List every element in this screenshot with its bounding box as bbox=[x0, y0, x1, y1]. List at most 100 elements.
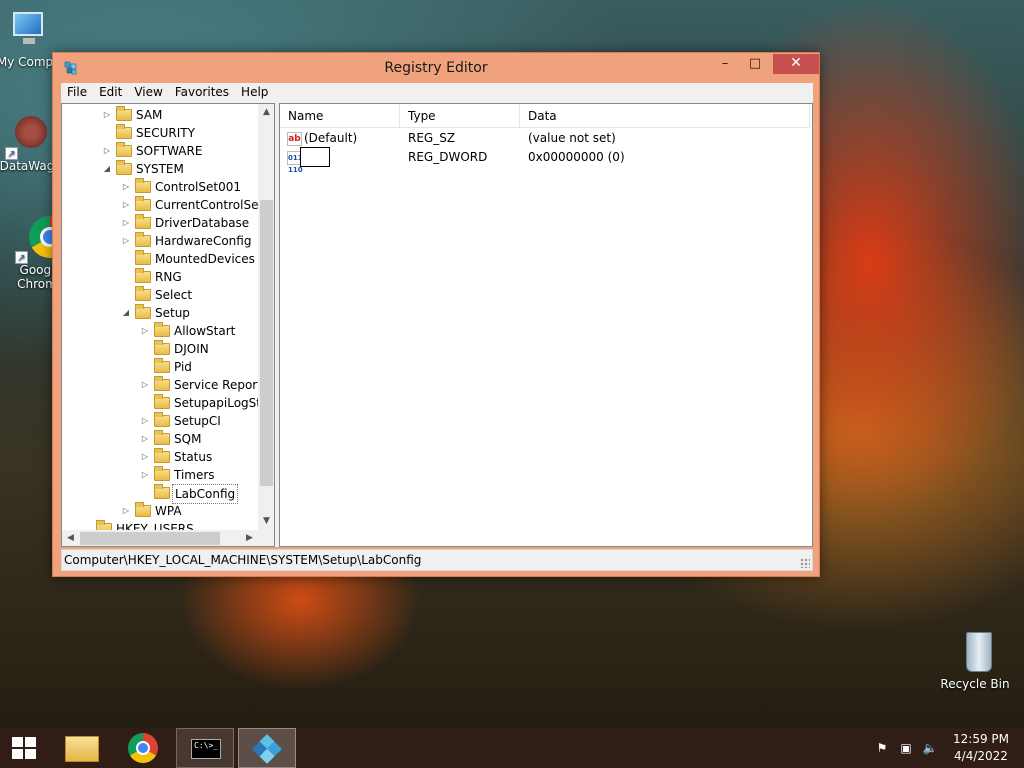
tree-item-label: Setup bbox=[155, 306, 190, 320]
tree-horizontal-scrollbar[interactable]: ◀ ▶ bbox=[62, 530, 258, 546]
title-bar[interactable]: Registry Editor – □ ✕ bbox=[53, 53, 819, 83]
clock-time: 12:59 PM bbox=[953, 732, 1009, 746]
menu-file[interactable]: File bbox=[61, 83, 93, 103]
scrollbar-corner bbox=[258, 530, 274, 546]
list-item[interactable]: 011 110 REG_DWORD 0x00000000 (0) bbox=[280, 147, 810, 174]
action-center-flag-icon[interactable]: ⚑ bbox=[874, 740, 890, 756]
tree-item-labconfig[interactable]: LabConfig bbox=[62, 484, 258, 504]
taskbar-chrome-button[interactable] bbox=[116, 728, 172, 768]
list-item[interactable]: ab (Default) REG_SZ (value not set) bbox=[280, 129, 810, 148]
tree-item-label: Status bbox=[174, 450, 213, 464]
network-icon[interactable]: ▣ bbox=[898, 740, 914, 756]
menu-favorites[interactable]: Favorites bbox=[169, 83, 235, 103]
scroll-up-arrow-icon[interactable]: ▲ bbox=[258, 104, 274, 121]
menu-edit[interactable]: Edit bbox=[93, 83, 128, 103]
tree-item-driverdatabase[interactable]: ▷ DriverDatabase bbox=[62, 214, 258, 232]
value-data: 0x00000000 (0) bbox=[528, 150, 625, 164]
registry-tree: HKEY_USERS ▷ WPA LabConfig ▷ Timers ▷ Status ▷ SQ… bbox=[61, 103, 275, 547]
tree-item-setup[interactable]: ◢ Setup bbox=[62, 304, 258, 322]
menu-view[interactable]: View bbox=[128, 83, 168, 103]
taskbar-regedit-button[interactable] bbox=[238, 728, 296, 768]
value-name: (Default) bbox=[304, 131, 358, 145]
folder-icon bbox=[135, 502, 151, 517]
tree-item-pid[interactable]: Pid bbox=[62, 358, 258, 376]
tree-item-label: DriverDatabase bbox=[155, 216, 250, 230]
windows-logo-icon bbox=[12, 737, 36, 759]
scroll-thumb[interactable] bbox=[260, 200, 273, 486]
tree-item-sam[interactable]: ▷ SAM bbox=[62, 106, 258, 124]
folder-icon bbox=[116, 160, 132, 175]
tree-item-rng[interactable]: RNG bbox=[62, 268, 258, 286]
tree-item-security[interactable]: SECURITY bbox=[62, 124, 258, 142]
rename-value-input[interactable] bbox=[300, 147, 330, 167]
expand-arrow-icon[interactable]: ▷ bbox=[121, 214, 131, 232]
volume-muted-icon[interactable]: 🔈 bbox=[922, 740, 938, 756]
start-button[interactable] bbox=[0, 728, 48, 768]
expand-arrow-icon[interactable]: ▷ bbox=[140, 448, 150, 466]
tree-vertical-scrollbar[interactable]: ▲ ▼ bbox=[258, 104, 274, 530]
collapse-arrow-icon[interactable]: ◢ bbox=[121, 304, 131, 322]
expand-arrow-icon[interactable]: ▷ bbox=[121, 178, 131, 196]
tree-item-software[interactable]: ▷ SOFTWARE bbox=[62, 142, 258, 160]
expand-arrow-icon[interactable]: ▷ bbox=[102, 142, 112, 160]
expand-arrow-icon[interactable]: ▷ bbox=[121, 502, 131, 520]
expand-arrow-icon[interactable]: ▷ bbox=[140, 466, 150, 484]
tree-item-wpa[interactable]: ▷ WPA bbox=[62, 502, 258, 520]
folder-icon bbox=[154, 340, 170, 355]
tree-item-controlset001[interactable]: ▷ ControlSet001 bbox=[62, 178, 258, 196]
tree-item-setupapilogstat[interactable]: SetupapiLogStat bbox=[62, 394, 273, 412]
desktop-icon-my-computer[interactable]: My Comp bbox=[0, 8, 60, 69]
resize-grip-icon[interactable] bbox=[800, 558, 810, 568]
tree-item-sqm[interactable]: ▷ SQM bbox=[62, 430, 258, 448]
menu-help[interactable]: Help bbox=[235, 83, 274, 103]
tree-item-djoin[interactable]: DJOIN bbox=[62, 340, 258, 358]
expand-arrow-icon[interactable]: ▷ bbox=[140, 322, 150, 340]
status-bar: Computer\HKEY_LOCAL_MACHINE\SYSTEM\Setup… bbox=[61, 549, 813, 571]
tree-item-currentcontrolset[interactable]: ▷ CurrentControlSet bbox=[62, 196, 263, 214]
folder-icon bbox=[135, 304, 151, 319]
tree-item-system[interactable]: ◢ SYSTEM bbox=[62, 160, 258, 178]
expand-arrow-icon[interactable]: ▷ bbox=[121, 232, 131, 250]
scroll-thumb[interactable] bbox=[80, 532, 220, 545]
tree-item-label: Timers bbox=[174, 468, 215, 482]
tree-item-label: SAM bbox=[136, 108, 163, 122]
scroll-down-arrow-icon[interactable]: ▼ bbox=[258, 513, 274, 530]
window-title: Registry Editor bbox=[384, 60, 488, 76]
tree-item-label: SOFTWARE bbox=[136, 144, 203, 158]
tree-item-status[interactable]: ▷ Status bbox=[62, 448, 258, 466]
tree-item-hardwareconfig[interactable]: ▷ HardwareConfig bbox=[62, 232, 258, 250]
tree-item-timers[interactable]: ▷ Timers bbox=[62, 466, 258, 484]
scroll-left-arrow-icon[interactable]: ◀ bbox=[62, 530, 79, 546]
tree-item-allowstart[interactable]: ▷ AllowStart bbox=[62, 322, 258, 340]
tree-item-service-reportir[interactable]: ▷ Service Reportir bbox=[62, 376, 270, 394]
expand-arrow-icon[interactable]: ▷ bbox=[140, 430, 150, 448]
desktop-icon-label: Recycle Bin bbox=[940, 677, 1010, 691]
column-header-name[interactable]: Name bbox=[280, 104, 400, 128]
minimize-button[interactable]: – bbox=[712, 54, 738, 74]
tree-item-mounteddevices[interactable]: MountedDevices bbox=[62, 250, 258, 268]
tree-item-label: HardwareConfig bbox=[155, 234, 252, 248]
datawag-icon: ↗ bbox=[5, 112, 49, 160]
folder-icon bbox=[154, 322, 170, 337]
folder-icon bbox=[154, 466, 170, 481]
expand-arrow-icon[interactable]: ▷ bbox=[140, 376, 150, 394]
taskbar-clock[interactable]: 12:59 PM 4/4/2022 bbox=[950, 731, 1012, 765]
tree-item-setupci[interactable]: ▷ SetupCI bbox=[62, 412, 258, 430]
folder-icon bbox=[154, 358, 170, 373]
maximize-button[interactable]: □ bbox=[742, 54, 768, 74]
column-header-type[interactable]: Type bbox=[400, 104, 520, 128]
status-path: Computer\HKEY_LOCAL_MACHINE\SYSTEM\Setup… bbox=[64, 553, 422, 567]
tree-item-label: Pid bbox=[174, 360, 192, 374]
expand-arrow-icon[interactable]: ▷ bbox=[140, 412, 150, 430]
collapse-arrow-icon[interactable]: ◢ bbox=[102, 160, 112, 178]
folder-icon bbox=[135, 268, 151, 283]
desktop-icon-recycle-bin[interactable]: Recycle Bin bbox=[940, 630, 1010, 691]
taskbar-explorer-button[interactable] bbox=[56, 728, 112, 768]
expand-arrow-icon[interactable]: ▷ bbox=[102, 106, 112, 124]
tree-item-select[interactable]: Select bbox=[62, 286, 258, 304]
scroll-right-arrow-icon[interactable]: ▶ bbox=[241, 530, 258, 546]
close-button[interactable]: ✕ bbox=[773, 54, 819, 74]
taskbar-cmd-button[interactable]: C:\>_ bbox=[176, 728, 234, 768]
column-header-data[interactable]: Data bbox=[520, 104, 810, 128]
expand-arrow-icon[interactable]: ▷ bbox=[121, 196, 131, 214]
